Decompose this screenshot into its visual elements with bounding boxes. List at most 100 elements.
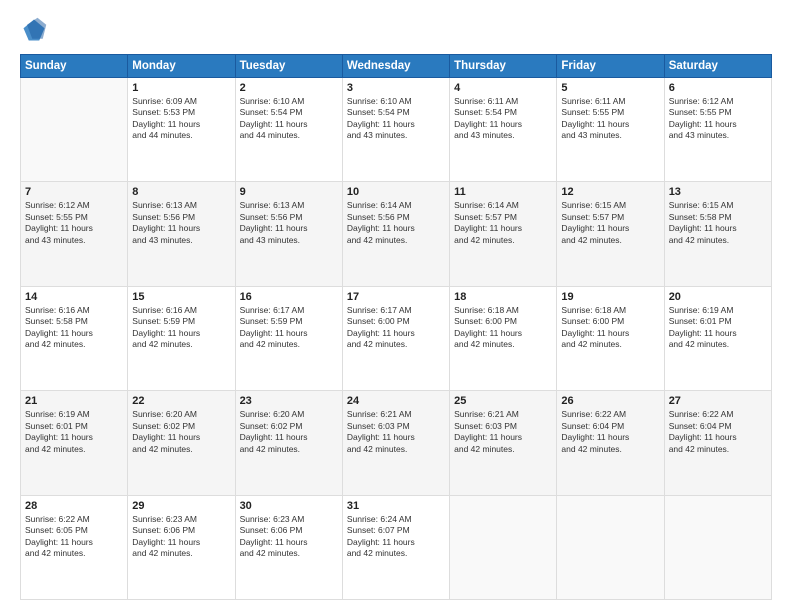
day-number: 21	[25, 395, 123, 407]
cell-info: Sunrise: 6:10 AMSunset: 5:54 PMDaylight:…	[240, 96, 338, 142]
calendar-cell: 25 Sunrise: 6:21 AMSunset: 6:03 PMDayligh…	[450, 391, 557, 495]
day-number: 3	[347, 82, 445, 94]
calendar-cell: 31 Sunrise: 6:24 AMSunset: 6:07 PMDayligh…	[342, 495, 449, 599]
calendar-cell: 9 Sunrise: 6:13 AMSunset: 5:56 PMDaylight…	[235, 182, 342, 286]
day-number: 18	[454, 291, 552, 303]
cell-info: Sunrise: 6:22 AMSunset: 6:04 PMDaylight:…	[669, 409, 767, 455]
calendar-cell: 15 Sunrise: 6:16 AMSunset: 5:59 PMDayligh…	[128, 286, 235, 390]
day-number: 15	[132, 291, 230, 303]
cell-info: Sunrise: 6:22 AMSunset: 6:04 PMDaylight:…	[561, 409, 659, 455]
cell-info: Sunrise: 6:16 AMSunset: 5:59 PMDaylight:…	[132, 305, 230, 351]
day-number: 31	[347, 500, 445, 512]
day-number: 19	[561, 291, 659, 303]
cell-info: Sunrise: 6:22 AMSunset: 6:05 PMDaylight:…	[25, 514, 123, 560]
day-number: 28	[25, 500, 123, 512]
day-number: 20	[669, 291, 767, 303]
calendar-cell: 21 Sunrise: 6:19 AMSunset: 6:01 PMDayligh…	[21, 391, 128, 495]
cell-info: Sunrise: 6:14 AMSunset: 5:57 PMDaylight:…	[454, 200, 552, 246]
calendar-cell: 7 Sunrise: 6:12 AMSunset: 5:55 PMDaylight…	[21, 182, 128, 286]
calendar-cell: 5 Sunrise: 6:11 AMSunset: 5:55 PMDaylight…	[557, 78, 664, 182]
weekday-header-friday: Friday	[557, 55, 664, 78]
day-number: 17	[347, 291, 445, 303]
day-number: 2	[240, 82, 338, 94]
day-number: 8	[132, 186, 230, 198]
day-number: 30	[240, 500, 338, 512]
calendar-cell	[450, 495, 557, 599]
cell-info: Sunrise: 6:12 AMSunset: 5:55 PMDaylight:…	[669, 96, 767, 142]
calendar-cell: 8Sunrise: 6:13 AMSunset: 5:56 PMDaylight…	[128, 182, 235, 286]
day-number: 13	[669, 186, 767, 198]
day-number: 4	[454, 82, 552, 94]
day-number: 6	[669, 82, 767, 94]
cell-info: Sunrise: 6:11 AMSunset: 5:55 PMDaylight:…	[561, 96, 659, 142]
calendar-cell	[557, 495, 664, 599]
day-number: 25	[454, 395, 552, 407]
cell-info: Sunrise: 6:15 AMSunset: 5:57 PMDaylight:…	[561, 200, 659, 246]
cell-info: Sunrise: 6:24 AMSunset: 6:07 PMDaylight:…	[347, 514, 445, 560]
day-number: 1	[132, 82, 230, 94]
calendar-table: SundayMondayTuesdayWednesdayThursdayFrid…	[20, 54, 772, 600]
day-number: 27	[669, 395, 767, 407]
cell-info: Sunrise: 6:19 AMSunset: 6:01 PMDaylight:…	[669, 305, 767, 351]
calendar-cell: 30 Sunrise: 6:23 AMSunset: 6:06 PMDayligh…	[235, 495, 342, 599]
day-number: 14	[25, 291, 123, 303]
cell-info: Sunrise: 6:19 AMSunset: 6:01 PMDaylight:…	[25, 409, 123, 455]
calendar-cell: 4 Sunrise: 6:11 AMSunset: 5:54 PMDaylight…	[450, 78, 557, 182]
cell-info: Sunrise: 6:11 AMSunset: 5:54 PMDaylight:…	[454, 96, 552, 142]
cell-info: Sunrise: 6:20 AMSunset: 6:02 PMDaylight:…	[132, 409, 230, 455]
week-row-1: 1Sunrise: 6:09 AMSunset: 5:53 PMDaylight…	[21, 78, 772, 182]
calendar-cell	[21, 78, 128, 182]
weekday-header-row: SundayMondayTuesdayWednesdayThursdayFrid…	[21, 55, 772, 78]
logo	[20, 16, 52, 44]
cell-info: Sunrise: 6:23 AMSunset: 6:06 PMDaylight:…	[132, 514, 230, 560]
day-number: 12	[561, 186, 659, 198]
calendar-cell: 6 Sunrise: 6:12 AMSunset: 5:55 PMDaylight…	[664, 78, 771, 182]
page: SundayMondayTuesdayWednesdayThursdayFrid…	[0, 0, 792, 612]
cell-info: Sunrise: 6:20 AMSunset: 6:02 PMDaylight:…	[240, 409, 338, 455]
calendar-cell: 17 Sunrise: 6:17 AMSunset: 6:00 PMDayligh…	[342, 286, 449, 390]
cell-info: Sunrise: 6:16 AMSunset: 5:58 PMDaylight:…	[25, 305, 123, 351]
calendar-cell: 20 Sunrise: 6:19 AMSunset: 6:01 PMDayligh…	[664, 286, 771, 390]
calendar-cell: 11Sunrise: 6:14 AMSunset: 5:57 PMDayligh…	[450, 182, 557, 286]
cell-info: Sunrise: 6:21 AMSunset: 6:03 PMDaylight:…	[454, 409, 552, 455]
calendar-cell: 1Sunrise: 6:09 AMSunset: 5:53 PMDaylight…	[128, 78, 235, 182]
calendar-cell: 13Sunrise: 6:15 AMSunset: 5:58 PMDayligh…	[664, 182, 771, 286]
calendar-cell: 19 Sunrise: 6:18 AMSunset: 6:00 PMDayligh…	[557, 286, 664, 390]
calendar-cell: 2 Sunrise: 6:10 AMSunset: 5:54 PMDaylight…	[235, 78, 342, 182]
weekday-header-wednesday: Wednesday	[342, 55, 449, 78]
calendar-cell	[664, 495, 771, 599]
calendar-cell: 12 Sunrise: 6:15 AMSunset: 5:57 PMDayligh…	[557, 182, 664, 286]
week-row-5: 28 Sunrise: 6:22 AMSunset: 6:05 PMDayligh…	[21, 495, 772, 599]
calendar-cell: 22Sunrise: 6:20 AMSunset: 6:02 PMDayligh…	[128, 391, 235, 495]
cell-info: Sunrise: 6:17 AMSunset: 5:59 PMDaylight:…	[240, 305, 338, 351]
calendar-cell: 28 Sunrise: 6:22 AMSunset: 6:05 PMDayligh…	[21, 495, 128, 599]
cell-info: Sunrise: 6:17 AMSunset: 6:00 PMDaylight:…	[347, 305, 445, 351]
day-number: 26	[561, 395, 659, 407]
calendar-cell: 29 Sunrise: 6:23 AMSunset: 6:06 PMDayligh…	[128, 495, 235, 599]
calendar-cell: 18Sunrise: 6:18 AMSunset: 6:00 PMDayligh…	[450, 286, 557, 390]
calendar-cell: 16Sunrise: 6:17 AMSunset: 5:59 PMDayligh…	[235, 286, 342, 390]
cell-info: Sunrise: 6:21 AMSunset: 6:03 PMDaylight:…	[347, 409, 445, 455]
cell-info: Sunrise: 6:10 AMSunset: 5:54 PMDaylight:…	[347, 96, 445, 142]
day-number: 7	[25, 186, 123, 198]
cell-info: Sunrise: 6:18 AMSunset: 6:00 PMDaylight:…	[561, 305, 659, 351]
calendar-cell: 24 Sunrise: 6:21 AMSunset: 6:03 PMDayligh…	[342, 391, 449, 495]
weekday-header-sunday: Sunday	[21, 55, 128, 78]
header	[20, 16, 772, 44]
day-number: 9	[240, 186, 338, 198]
calendar-cell: 26 Sunrise: 6:22 AMSunset: 6:04 PMDayligh…	[557, 391, 664, 495]
calendar-cell: 14 Sunrise: 6:16 AMSunset: 5:58 PMDayligh…	[21, 286, 128, 390]
weekday-header-thursday: Thursday	[450, 55, 557, 78]
cell-info: Sunrise: 6:12 AMSunset: 5:55 PMDaylight:…	[25, 200, 123, 246]
cell-info: Sunrise: 6:13 AMSunset: 5:56 PMDaylight:…	[240, 200, 338, 246]
week-row-4: 21 Sunrise: 6:19 AMSunset: 6:01 PMDayligh…	[21, 391, 772, 495]
day-number: 29	[132, 500, 230, 512]
cell-info: Sunrise: 6:23 AMSunset: 6:06 PMDaylight:…	[240, 514, 338, 560]
weekday-header-monday: Monday	[128, 55, 235, 78]
weekday-header-saturday: Saturday	[664, 55, 771, 78]
day-number: 10	[347, 186, 445, 198]
day-number: 24	[347, 395, 445, 407]
cell-info: Sunrise: 6:14 AMSunset: 5:56 PMDaylight:…	[347, 200, 445, 246]
day-number: 5	[561, 82, 659, 94]
day-number: 23	[240, 395, 338, 407]
